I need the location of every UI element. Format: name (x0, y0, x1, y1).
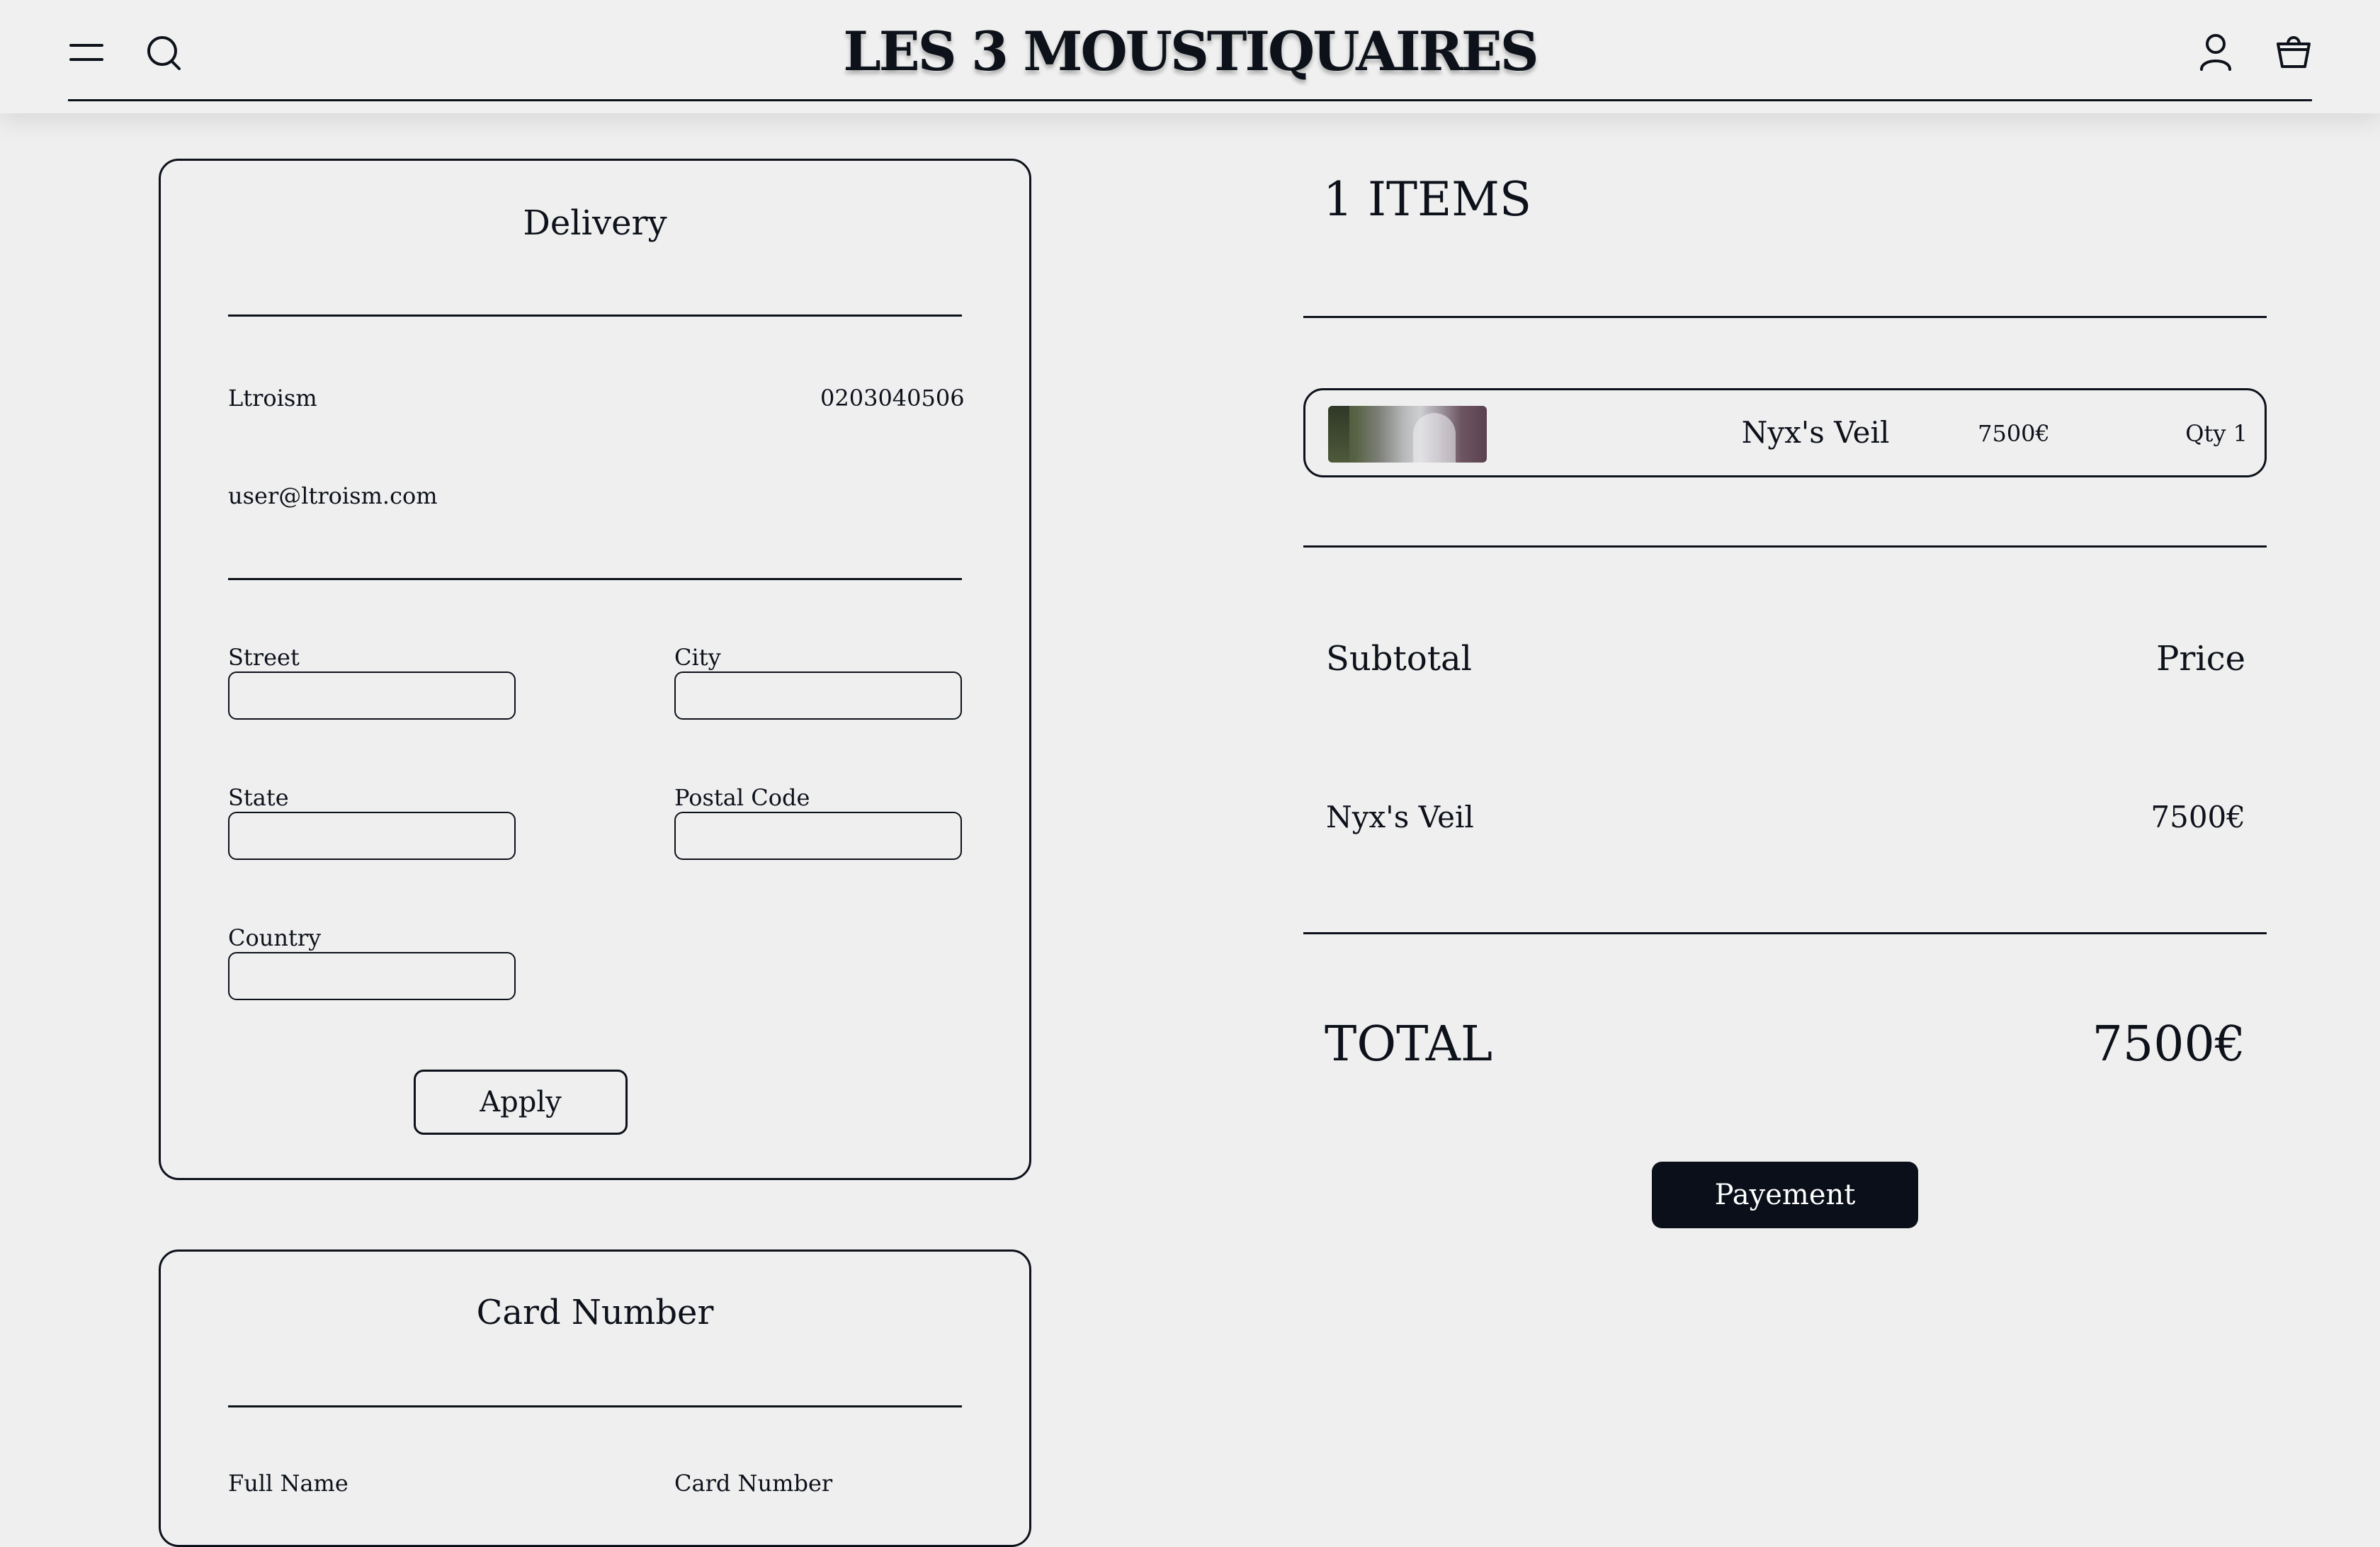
summary-line-name: Nyx's Veil (1326, 800, 1474, 834)
product-thumbnail (1328, 406, 1487, 463)
country-input[interactable] (228, 952, 516, 1000)
postal-code-input[interactable] (674, 812, 962, 860)
city-label: City (674, 644, 721, 671)
delivery-contact-divider (228, 578, 962, 580)
cart-item-price: 7500€ (1978, 420, 2050, 447)
brand-logo[interactable]: LES 3 MOUSTIQUAIRES (0, 13, 2380, 91)
price-label: Price (2156, 639, 2245, 679)
city-input[interactable] (674, 672, 962, 720)
card-title-divider (228, 1405, 962, 1407)
subtotal-label: Subtotal (1326, 639, 1472, 679)
header-divider (68, 99, 2312, 101)
delivery-title: Delivery (523, 203, 667, 243)
top-header: LES 3 MOUSTIQUAIRES (0, 0, 2380, 113)
card-number-card: Card Number (159, 1250, 1031, 1547)
account-icon[interactable] (2194, 30, 2237, 72)
postal-code-label: Postal Code (674, 784, 810, 811)
payment-button[interactable]: Payement (1652, 1162, 1918, 1228)
summary-divider (1303, 932, 2267, 934)
cart-item-row[interactable]: Nyx's Veil 7500€ Qty 1 (1303, 388, 2267, 477)
cart-item-qty: Qty 1 (2185, 420, 2248, 447)
summary-line-price: 7500€ (2150, 800, 2245, 834)
delivery-email: user@ltroism.com (228, 482, 438, 509)
basket-icon[interactable] (2272, 30, 2315, 72)
state-label: State (228, 784, 289, 811)
country-label: Country (228, 924, 322, 951)
delivery-phone: 0203040506 (820, 385, 965, 412)
card-number-title: Card Number (476, 1293, 714, 1332)
delivery-username: Ltroism (228, 385, 317, 412)
street-label: Street (228, 644, 300, 671)
total-label: TOTAL (1325, 1016, 1493, 1072)
items-divider-bottom (1303, 545, 2267, 548)
items-heading: 1 ITEMS (1323, 172, 1532, 227)
state-input[interactable] (228, 812, 516, 860)
apply-button[interactable]: Apply (414, 1070, 628, 1135)
delivery-title-divider (228, 314, 962, 317)
street-input[interactable] (228, 672, 516, 720)
full-name-label: Full Name (228, 1470, 348, 1497)
cart-item-name: Nyx's Veil (1741, 415, 1890, 450)
card-number-label: Card Number (674, 1470, 833, 1497)
items-divider-top (1303, 316, 2267, 318)
total-value: 7500€ (2092, 1016, 2245, 1072)
